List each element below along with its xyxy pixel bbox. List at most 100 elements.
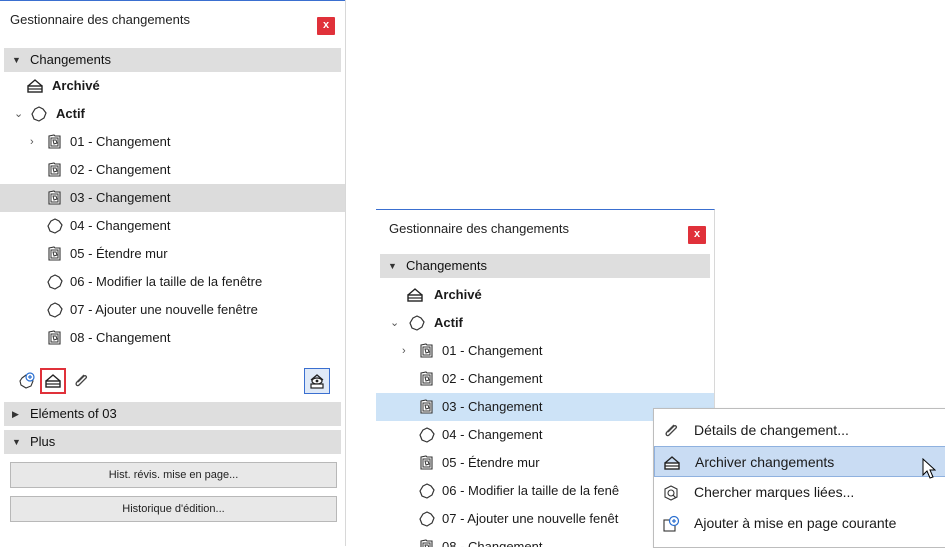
cloud-icon (408, 314, 426, 332)
archive-icon (44, 372, 62, 390)
tree-item-label: 02 - Changement (70, 162, 171, 177)
menu-item-add-to-layout[interactable]: Ajouter à mise en page courante (654, 508, 945, 539)
collapse-triangle-icon: ▼ (388, 261, 397, 271)
chevron-right-icon[interactable]: › (402, 337, 406, 365)
tree-item-active[interactable]: ⌄ Actif (0, 100, 345, 128)
panel-toolbar (0, 362, 345, 402)
tree-item-label: 01 - Changement (70, 134, 171, 149)
menu-item-label: Ajouter à mise en page courante (694, 515, 897, 531)
section-label: Changements (30, 52, 111, 67)
section-label: Eléments of 03 (30, 406, 117, 421)
cloud-icon (46, 217, 64, 235)
tree-item-label: Archivé (434, 287, 482, 302)
section-label: Changements (406, 258, 487, 273)
paperclip-icon (662, 422, 680, 440)
tree-item-label: 08 - Changement (70, 330, 171, 345)
tree-item-label: 07 - Ajouter une nouvelle fenêt (442, 511, 619, 526)
cloud-icon (418, 482, 436, 500)
tree-item-label: Archivé (52, 78, 100, 93)
cloud-icon (418, 426, 436, 444)
new-change-button[interactable] (14, 368, 40, 394)
context-menu: Détails de changement... Archiver change… (653, 408, 945, 548)
tree-item-04[interactable]: 04 - Changement (0, 212, 345, 240)
layout-revision-history-button[interactable]: Hist. révis. mise en page... (10, 462, 337, 488)
cloud-icon (30, 105, 48, 123)
panel-titlebar[interactable]: Gestionnaire des changements x (376, 210, 714, 246)
tree-item-label: 04 - Changement (70, 218, 171, 233)
menu-item-archive-changes[interactable]: Archiver changements (654, 446, 945, 477)
change-stack-icon (46, 133, 64, 151)
tree-item-06[interactable]: 06 - Modifier la taille de la fenêtre (0, 268, 345, 296)
change-stack-icon (418, 398, 436, 416)
archive-changes-button[interactable] (40, 368, 66, 394)
tree-item-label: 04 - Changement (442, 427, 543, 442)
tree-item-label: 06 - Modifier la taille de la fenêtre (70, 274, 263, 289)
tree-item-label: 06 - Modifier la taille de la fenê (442, 483, 620, 498)
section-plus[interactable]: ▼ Plus (4, 430, 341, 454)
tree-item-label: Actif (434, 315, 463, 330)
tree-item-07[interactable]: 07 - Ajouter une nouvelle fenêtre (0, 296, 345, 324)
chevron-down-icon[interactable]: ⌄ (14, 100, 23, 128)
paperclip-icon (72, 372, 90, 390)
panel-titlebar[interactable]: Gestionnaire des changements x (0, 0, 345, 36)
menu-item-change-details[interactable]: Détails de changement... (654, 415, 945, 446)
section-elements[interactable]: ▶ Eléments of 03 (4, 402, 341, 426)
change-stack-icon (46, 245, 64, 263)
menu-item-label: Détails de changement... (694, 422, 849, 438)
change-stack-icon (418, 342, 436, 360)
change-stack-icon (418, 454, 436, 472)
tree-item-01[interactable]: › 01 - Changement (376, 337, 714, 365)
menu-item-label: Chercher marques liées... (694, 484, 855, 500)
menu-item-label: Archiver changements (695, 454, 835, 470)
section-changements[interactable]: ▼ Changements (4, 48, 341, 72)
tree-item-02[interactable]: 02 - Changement (0, 156, 345, 184)
show-marks-toggle[interactable] (304, 368, 330, 394)
archive-icon (406, 286, 424, 304)
tree-item-archived[interactable]: Archivé (376, 281, 714, 309)
new-change-icon (18, 372, 36, 390)
tree-item-label: Actif (56, 106, 85, 121)
panel-title: Gestionnaire des changements (10, 12, 190, 27)
section-changements[interactable]: ▼ Changements (380, 254, 710, 278)
close-button[interactable]: x (317, 17, 335, 35)
change-stack-icon (418, 370, 436, 388)
search-marks-icon (662, 484, 680, 502)
add-to-layout-icon (662, 515, 680, 533)
tree-item-label: 01 - Changement (442, 343, 543, 358)
tree-item-03[interactable]: 03 - Changement (0, 184, 345, 212)
tree-item-archived[interactable]: Archivé (0, 72, 345, 100)
cloud-icon (418, 510, 436, 528)
section-label: Plus (30, 434, 56, 449)
marker-eye-icon (308, 372, 326, 390)
mouse-cursor-icon (922, 458, 936, 479)
chevron-down-icon[interactable]: ⌄ (390, 309, 399, 337)
change-manager-panel: Gestionnaire des changements x ▼ Changem… (0, 0, 346, 546)
change-tree: Archivé ⌄ Actif › 01 - Changement 02 - C… (0, 72, 345, 352)
tree-item-label: 08 - Changement (442, 539, 543, 547)
cloud-icon (46, 301, 64, 319)
tree-item-label: 05 - Étendre mur (70, 246, 168, 261)
archive-icon (663, 454, 681, 472)
tree-item-05[interactable]: 05 - Étendre mur (0, 240, 345, 268)
tree-item-01[interactable]: › 01 - Changement (0, 128, 345, 156)
chevron-right-icon[interactable]: › (30, 128, 34, 156)
change-stack-icon (46, 189, 64, 207)
change-stack-icon (46, 329, 64, 347)
menu-item-find-linked-marks[interactable]: Chercher marques liées... (654, 477, 945, 508)
tree-item-08[interactable]: 08 - Changement (0, 324, 345, 352)
tree-item-label: 05 - Étendre mur (442, 455, 540, 470)
tree-item-label: 03 - Changement (70, 190, 171, 205)
edit-history-button[interactable]: Historique d'édition... (10, 496, 337, 522)
tree-item-label: 03 - Changement (442, 399, 543, 414)
tree-item-label: 02 - Changement (442, 371, 543, 386)
close-button[interactable]: x (688, 226, 706, 244)
change-details-button[interactable] (68, 368, 94, 394)
tree-item-02[interactable]: 02 - Changement (376, 365, 714, 393)
archive-icon (26, 77, 44, 95)
collapse-triangle-icon: ▼ (12, 437, 21, 447)
panel-title: Gestionnaire des changements (389, 221, 569, 236)
expand-triangle-icon: ▶ (12, 409, 19, 419)
tree-item-label: 07 - Ajouter une nouvelle fenêtre (70, 302, 258, 317)
tree-item-active[interactable]: ⌄ Actif (376, 309, 714, 337)
change-stack-icon (46, 161, 64, 179)
